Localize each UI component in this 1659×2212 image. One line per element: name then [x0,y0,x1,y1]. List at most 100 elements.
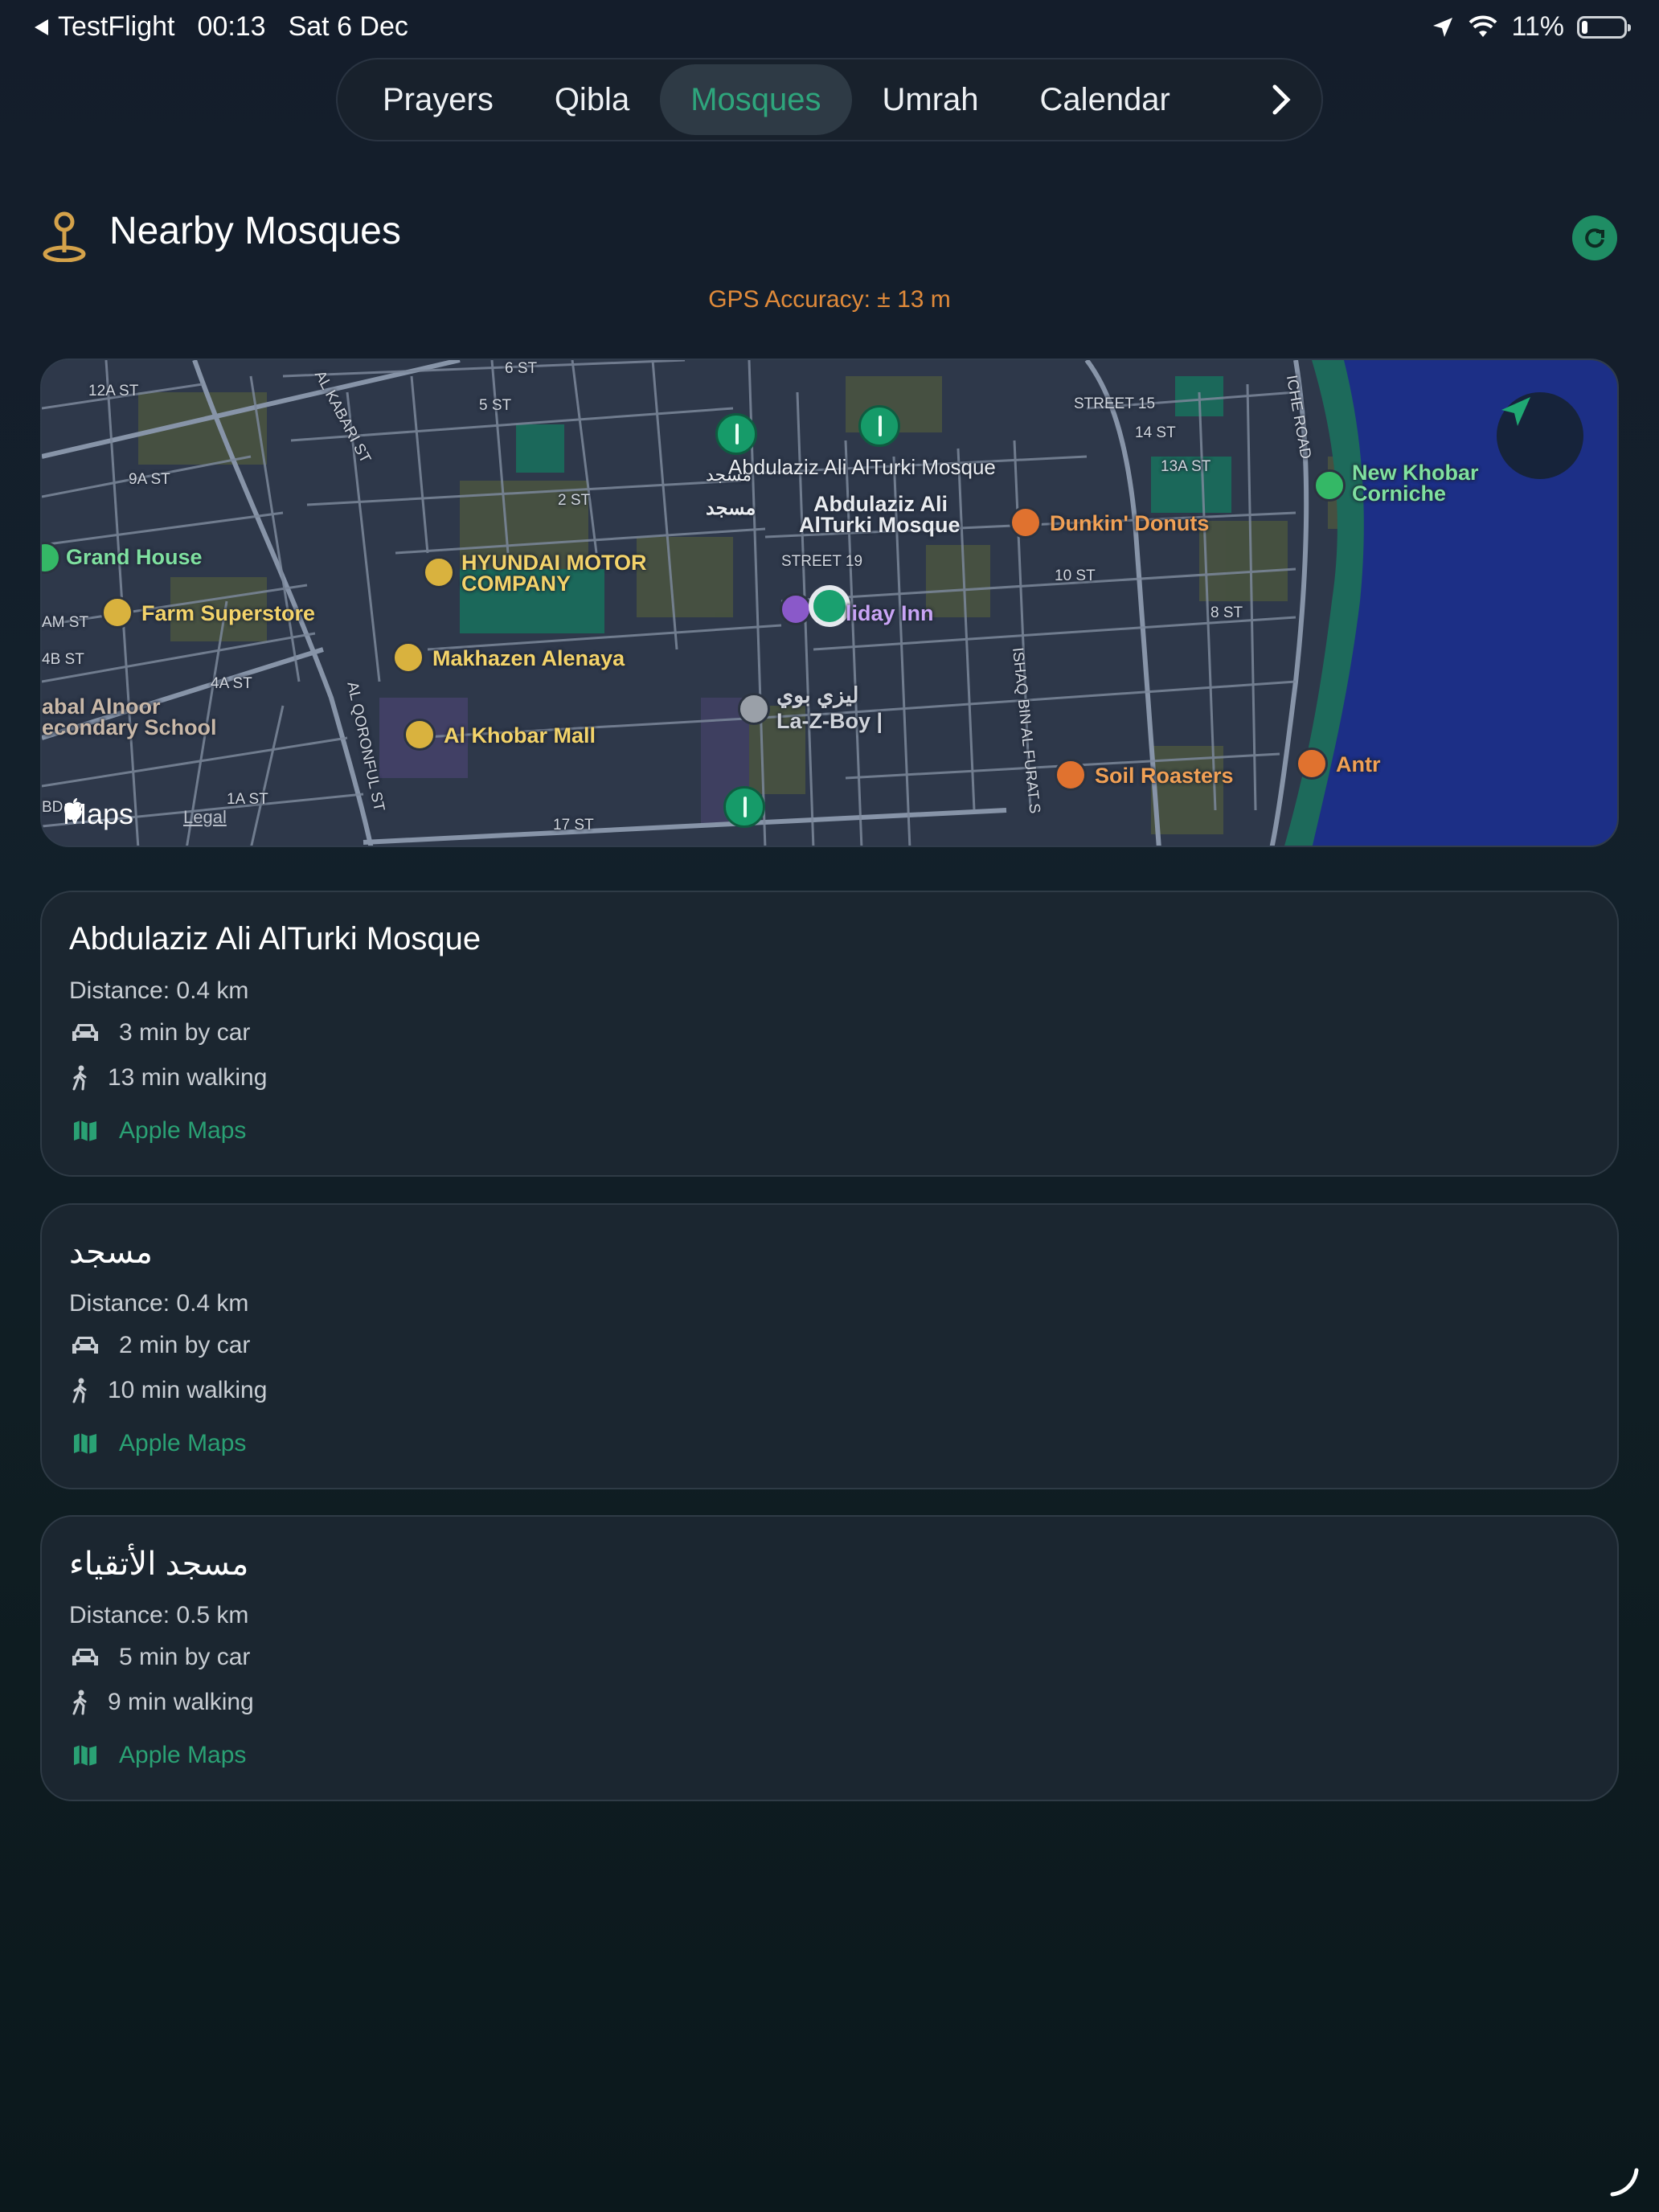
poi-coffee-icon-2[interactable] [1055,759,1087,791]
poi-coffee-icon[interactable] [1010,506,1042,539]
poi-tree-icon[interactable] [1313,469,1346,502]
street-label: AM ST [42,614,89,631]
location-arrow-icon [1433,17,1453,37]
poi-label-dunkin[interactable]: Dunkin' Donuts [1050,511,1209,536]
car-icon [69,1019,101,1047]
street-label: 10 ST [1055,567,1096,584]
map-label-masjid-2[interactable]: مسجد [706,497,756,520]
poi-label-lazboy-ar[interactable]: ليزي بوي [776,683,859,708]
mosque-distance: Distance: 0.4 km [69,1290,248,1317]
tab-calendar[interactable]: Calendar [1010,64,1201,135]
apple-maps-link[interactable]: Apple Maps [69,1742,246,1769]
poi-label-lazboy[interactable]: La-Z-Boy | [776,709,883,734]
street-label: 17 ST [553,817,594,834]
mosque-card[interactable]: Abdulaziz Ali AlTurki Mosque Distance: 0… [40,891,1619,1177]
distance-text: Distance: 0.4 km [69,1290,249,1317]
poi-label-khobar-mall[interactable]: Al Khobar Mall [444,723,596,748]
mosque-distance: Distance: 0.5 km [69,1602,248,1629]
back-to-app-button[interactable]: TestFlight [32,11,175,43]
poi-label-corniche-2[interactable]: Corniche [1352,482,1446,505]
car-time-row: 2 min by car [69,1332,250,1359]
gps-accuracy: GPS Accuracy: ± 13 m [708,286,951,313]
street-label: 13A ST [1161,458,1211,475]
refresh-icon [1585,228,1604,248]
poi-label-soil-roasters[interactable]: Soil Roasters [1095,764,1234,789]
apple-maps-label: Apple Maps [119,1742,247,1768]
tab-mosques[interactable]: Mosques [660,64,852,135]
poi-label-hyundai[interactable]: HYUNDAI MOTOR [461,551,647,574]
map-fold-icon [69,1117,101,1145]
tab-prayers[interactable]: Prayers [352,64,524,135]
mosque-map-pin[interactable] [723,786,765,828]
poi-store-icon[interactable] [101,596,133,629]
status-time: 00:13 [197,11,266,42]
map-label-mosque-small[interactable]: Abdulaziz Ali AlTurki Mosque [728,455,996,480]
mosque-card[interactable]: مسجد Distance: 0.4 km 2 min by car 10 mi… [40,1203,1619,1489]
wifi-icon [1469,15,1497,37]
battery-icon [1577,15,1631,39]
mosque-name: مسجد [69,1235,153,1270]
resize-corner-icon[interactable] [1608,2165,1640,2198]
apple-logo-icon [64,798,82,821]
tab-umrah[interactable]: Umrah [852,64,1010,135]
mosque-name: مسجد الأتقياء [69,1546,249,1582]
poi-hotel-icon[interactable] [780,593,812,625]
poi-mall-icon[interactable] [403,719,436,751]
street-label: 4B ST [42,651,84,668]
poi-label-school-2[interactable]: econdary School [42,715,217,740]
apple-maps-label: Apple Maps [119,1430,247,1456]
tabs-next-button[interactable] [1265,76,1297,124]
poi-car-icon[interactable] [423,556,455,588]
mosque-map[interactable]: 12A ST 9A ST AM ST 4B ST 4A ST 1A ST 6 S… [40,358,1619,847]
poi-label-antr[interactable]: Antr [1336,752,1381,777]
distance-text: Distance: 0.4 km [69,977,249,1004]
poi-label-farm-superstore[interactable]: Farm Superstore [141,601,315,626]
refresh-button[interactable] [1572,215,1617,260]
map-legal-link[interactable]: Legal [183,807,227,828]
street-label: STREET 19 [781,553,863,570]
car-icon [69,1332,101,1359]
poi-teapot-icon[interactable] [1296,748,1328,780]
mosque-map-pin[interactable] [858,405,900,447]
status-bar: TestFlight 00:13 Sat 6 Dec 11% [0,0,1659,58]
map-label-masjid[interactable]: مسجد [706,465,752,485]
apple-maps-link[interactable]: Apple Maps [69,1117,246,1145]
back-triangle-icon [35,18,48,35]
street-label: 14 ST [1135,424,1176,441]
map-fold-icon [69,1430,101,1457]
car-time-text: 2 min by car [119,1332,251,1358]
street-label: 9A ST [129,471,170,488]
car-icon [69,1644,101,1671]
recenter-location-button[interactable] [1497,392,1583,479]
back-app-label: TestFlight [58,11,175,42]
walk-time-text: 10 min walking [108,1377,268,1403]
tab-qibla[interactable]: Qibla [524,64,660,135]
mosque-card[interactable]: مسجد الأتقياء Distance: 0.5 km 5 min by … [40,1515,1619,1801]
map-fold-icon [69,1742,101,1769]
mosque-map-pin[interactable] [715,413,757,455]
poi-label-hyundai-2[interactable]: COMPANY [461,572,571,595]
poi-label-holiday-inn[interactable]: liday Inn [846,601,934,626]
mosque-distance: Distance: 0.4 km [69,977,248,1005]
poi-furniture-icon[interactable] [738,693,770,725]
street-label: STREET 15 [1074,395,1156,412]
poi-label-grand-house[interactable]: Grand House [66,545,203,570]
status-date: Sat 6 Dec [288,11,408,42]
walking-icon [69,1064,92,1092]
poi-label-corniche[interactable]: New Khobar [1352,461,1479,484]
apple-maps-link[interactable]: Apple Maps [69,1430,246,1457]
street-label: BD [42,799,63,816]
street-label: 6 ST [505,360,538,377]
car-time-text: 3 min by car [119,1019,251,1046]
walk-time-row: 10 min walking [69,1377,267,1404]
current-location-dot [809,585,850,627]
map-label-mosque-bold-2[interactable]: AlTurki Mosque [799,513,961,538]
section-tab-bar: Prayers Qibla Mosques Umrah Calendar [336,58,1323,141]
section-header: Nearby Mosques [40,206,1619,264]
battery-percent: 11% [1511,11,1564,42]
street-label: 8 ST [1210,604,1243,621]
walking-icon [69,1377,92,1404]
poi-tools-icon[interactable] [392,641,424,674]
poi-label-makhazen[interactable]: Makhazen Alenaya [432,646,625,671]
walk-time-text: 9 min walking [108,1689,254,1715]
